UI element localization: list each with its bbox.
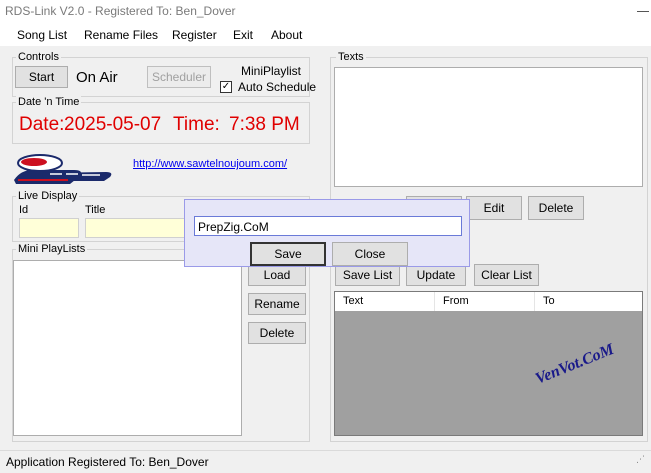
rename-button[interactable]: Rename xyxy=(248,293,306,315)
start-button[interactable]: Start xyxy=(15,66,68,88)
menu-bar: Song List Rename Files Register Exit Abo… xyxy=(0,24,651,46)
dialog-close-button[interactable]: Close xyxy=(332,242,408,266)
column-header-from[interactable]: From xyxy=(435,292,535,311)
time-prefix: Time: xyxy=(173,114,220,135)
on-air-status: On Air xyxy=(76,69,118,86)
mini-playlists-listbox[interactable] xyxy=(13,260,242,436)
auto-schedule-label: Auto Schedule xyxy=(238,80,317,94)
auto-schedule-checkbox[interactable]: ✓ xyxy=(220,81,232,93)
title-bar: RDS-Link V2.0 - Registered To: Ben_Dover xyxy=(0,0,651,24)
scheduler-button[interactable]: Scheduler xyxy=(147,66,211,88)
clear-list-button[interactable]: Clear List xyxy=(474,264,539,286)
update-button[interactable]: Update xyxy=(406,264,466,286)
watermark-text: VenVot.CoM xyxy=(533,340,617,388)
controls-label: Controls xyxy=(16,51,61,63)
menu-song-list[interactable]: Song List xyxy=(17,28,67,42)
dialog-save-button[interactable]: Save xyxy=(250,242,326,266)
texts-list-view[interactable]: Text From To VenVot.CoM xyxy=(334,291,643,436)
website-link[interactable]: http://www.sawtelnoujoum.com/ xyxy=(133,158,287,170)
logo-graphic xyxy=(14,154,112,184)
datetime-label: Date 'n Time xyxy=(16,96,82,108)
edit-button[interactable]: Edit xyxy=(466,196,522,220)
date-prefix: Date: xyxy=(19,114,65,135)
save-list-button[interactable]: Save List xyxy=(335,264,400,286)
load-button[interactable]: Load xyxy=(248,264,306,286)
menu-register[interactable]: Register xyxy=(172,28,217,42)
input-dialog: PrepZig.CoM Save Close xyxy=(184,199,470,267)
column-header-to[interactable]: To xyxy=(535,292,642,311)
dialog-input[interactable]: PrepZig.CoM xyxy=(194,216,462,236)
delete-playlist-button[interactable]: Delete xyxy=(248,322,306,344)
mini-playlists-label: Mini PlayLists xyxy=(16,243,88,255)
id-label: Id xyxy=(19,204,29,216)
menu-about[interactable]: About xyxy=(271,28,302,42)
delete-text-button[interactable]: Delete xyxy=(528,196,584,220)
time-value: 7:38 PM xyxy=(229,114,300,135)
miniplaylist-label: MiniPlaylist xyxy=(241,64,302,78)
title-field[interactable] xyxy=(85,218,185,238)
status-bar: Application Registered To: Ben_Dover ⋰ xyxy=(0,450,651,473)
menu-rename-files[interactable]: Rename Files xyxy=(84,28,158,42)
menu-exit[interactable]: Exit xyxy=(233,28,253,42)
station-logo xyxy=(10,150,120,188)
window-title: RDS-Link V2.0 - Registered To: Ben_Dover xyxy=(5,4,236,18)
texts-textarea[interactable] xyxy=(334,67,643,187)
column-header-text[interactable]: Text xyxy=(335,292,435,311)
live-display-label: Live Display xyxy=(16,190,80,202)
id-field[interactable] xyxy=(19,218,79,238)
title-label: Title xyxy=(85,204,106,216)
minimize-icon[interactable] xyxy=(637,11,649,12)
status-text: Application Registered To: Ben_Dover xyxy=(6,455,209,469)
date-value: 2025-05-07 xyxy=(64,114,162,135)
resize-grip-icon[interactable]: ⋰ xyxy=(636,455,646,469)
texts-label: Texts xyxy=(336,51,366,63)
